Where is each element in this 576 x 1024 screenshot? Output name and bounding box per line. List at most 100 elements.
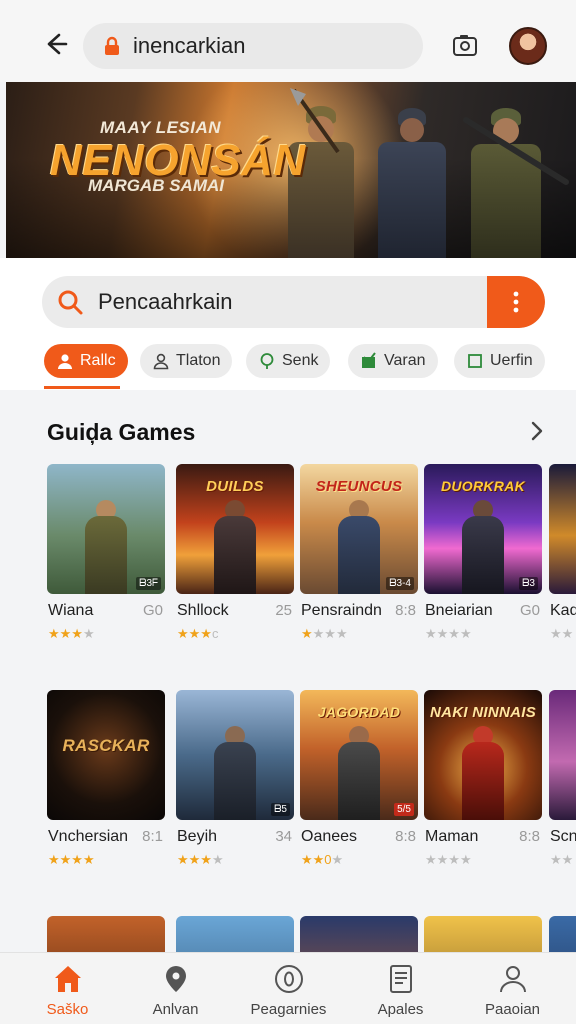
game-size: G0: [519, 602, 540, 619]
person-icon: [58, 354, 72, 369]
rating-stars: ★★★★: [48, 852, 95, 867]
nav-anlvan[interactable]: Anlvan: [118, 953, 233, 1024]
game-size: 8:8: [519, 828, 540, 845]
address-bar[interactable]: inencarkian: [83, 23, 423, 69]
avatar[interactable]: [509, 27, 547, 65]
game-size: 8:8: [395, 602, 416, 619]
search-menu-button[interactable]: [487, 276, 545, 328]
game-size: 34: [275, 828, 292, 845]
game-cover: ᗷ5: [176, 690, 294, 820]
chip-label: Varan: [384, 352, 426, 369]
game-name: Kad: [550, 602, 576, 619]
game-cover: [300, 916, 418, 952]
rating-stars: ★★★★: [48, 626, 95, 641]
game-size: 8:8: [395, 828, 416, 845]
game-badge: 5/5: [394, 803, 414, 816]
game-badge: ᗷ3ᖴ: [136, 577, 161, 590]
chip-senk[interactable]: Senk: [246, 344, 331, 378]
active-chip-indicator: [44, 386, 120, 389]
chip-label: Rallc: [80, 352, 116, 369]
game-badge: ᗷ5: [271, 803, 290, 816]
document-icon: [389, 965, 412, 993]
top-bar: inencarkian: [0, 0, 576, 82]
rating-stars: ★★★★: [301, 626, 348, 641]
search-text: Pencaahrkain: [98, 289, 233, 314]
camera-button[interactable]: [450, 30, 480, 60]
game-cover: [176, 916, 294, 952]
bottom-navigation: Saško Anlvan Peagarnies Apales Paaoian: [0, 952, 576, 1024]
game-cover: [424, 916, 542, 952]
game-cover-title: DUILDS: [206, 478, 264, 495]
game-size: G0: [142, 602, 163, 619]
game-card[interactable]: [424, 916, 542, 952]
rating-stars: ★★: [550, 852, 574, 867]
chip-rallc[interactable]: Rallc: [44, 344, 128, 378]
banner-line1: MAAY LESIAN: [100, 118, 222, 137]
rating-stars: ★★: [550, 626, 574, 641]
check-box-icon: [362, 352, 376, 368]
game-name: Shllock: [177, 602, 229, 619]
game-cover: RASCKAR: [47, 690, 165, 820]
person-outline-icon: [153, 353, 169, 370]
game-card[interactable]: Kad ★★: [549, 464, 576, 654]
rating-stars: ★★★★: [425, 626, 472, 641]
square-icon: [468, 354, 482, 368]
search-icon: [58, 290, 83, 315]
game-size: 25: [275, 602, 292, 619]
game-cover: DUILDS: [176, 464, 294, 594]
pin-icon: [260, 353, 274, 369]
game-badge: ᗷ3-4: [386, 577, 414, 590]
game-badge: ᗷ3: [519, 577, 538, 590]
back-button[interactable]: [38, 26, 74, 62]
search-input[interactable]: Pencaahrkain: [42, 276, 545, 328]
nav-label: Peagarnies: [250, 1001, 327, 1018]
chip-varan[interactable]: Varan: [348, 344, 438, 378]
nav-apales[interactable]: Apales: [343, 953, 458, 1024]
chip-label: Tlaton: [176, 352, 221, 369]
game-card[interactable]: [300, 916, 418, 952]
rifle-graphic: [463, 117, 569, 185]
section-title: Guiḑa Games: [47, 419, 196, 445]
game-cover: JAGORDAD 5/5: [300, 690, 418, 820]
game-cover: ᗷ3ᖴ: [47, 464, 165, 594]
game-cover: DUORKRAK ᗷ3: [424, 464, 542, 594]
game-name: Maman: [425, 828, 479, 845]
game-cover-title: SHEUNCUS: [315, 478, 403, 495]
camera-icon: [453, 35, 477, 56]
chip-tlaton[interactable]: Tlaton: [140, 344, 233, 378]
rating-stars: ★★★c: [177, 626, 219, 641]
filter-chips: Rallc Tlaton Senk Varan Uerfin: [0, 344, 576, 390]
game-name: Pensraindn: [301, 602, 382, 619]
game-cover-title: NAKI NINNAIS: [429, 704, 537, 721]
nav-home[interactable]: Saško: [10, 953, 125, 1024]
hero-banner[interactable]: MAAY LESIAN NENONSÁN MARGAB SAMAI: [6, 82, 576, 258]
chevron-right-icon[interactable]: [526, 420, 548, 442]
lock-icon: [105, 36, 119, 55]
game-card[interactable]: [549, 916, 576, 952]
nav-peagarnies[interactable]: Peagarnies: [231, 953, 346, 1024]
game-card[interactable]: Scn ★★: [549, 690, 576, 880]
more-vertical-icon: [513, 291, 519, 313]
game-name: Vnchersian: [48, 828, 129, 845]
rating-stars: ★★0★: [301, 852, 344, 867]
game-card[interactable]: [176, 916, 294, 952]
arrow-left-icon: [47, 33, 68, 55]
search-section: Pencaahrkain Rallc Tlaton Senk Varan Uer…: [0, 258, 576, 390]
game-cover-title: JAGORDAD: [317, 704, 401, 720]
game-card[interactable]: [47, 916, 165, 952]
person-outline-icon: [499, 966, 526, 993]
home-icon: [54, 966, 81, 992]
game-cover: SHEUNCUS ᗷ3-4: [300, 464, 418, 594]
nav-label: Paaoian: [484, 1001, 541, 1018]
banner-line3: MARGAB SAMAI: [88, 176, 224, 195]
chip-label: Uerfin: [490, 352, 533, 369]
chip-uerfin[interactable]: Uerfin: [454, 344, 545, 378]
chip-label: Senk: [282, 352, 319, 369]
game-cover: [549, 690, 576, 820]
address-text: inencarkian: [133, 33, 246, 58]
game-cover: [549, 464, 576, 594]
game-cover: NAKI NINNAIS: [424, 690, 542, 820]
circle-zero-icon: [274, 965, 303, 993]
nav-paaoian[interactable]: Paaoian: [455, 953, 570, 1024]
banner-soldier-2: [366, 82, 456, 258]
